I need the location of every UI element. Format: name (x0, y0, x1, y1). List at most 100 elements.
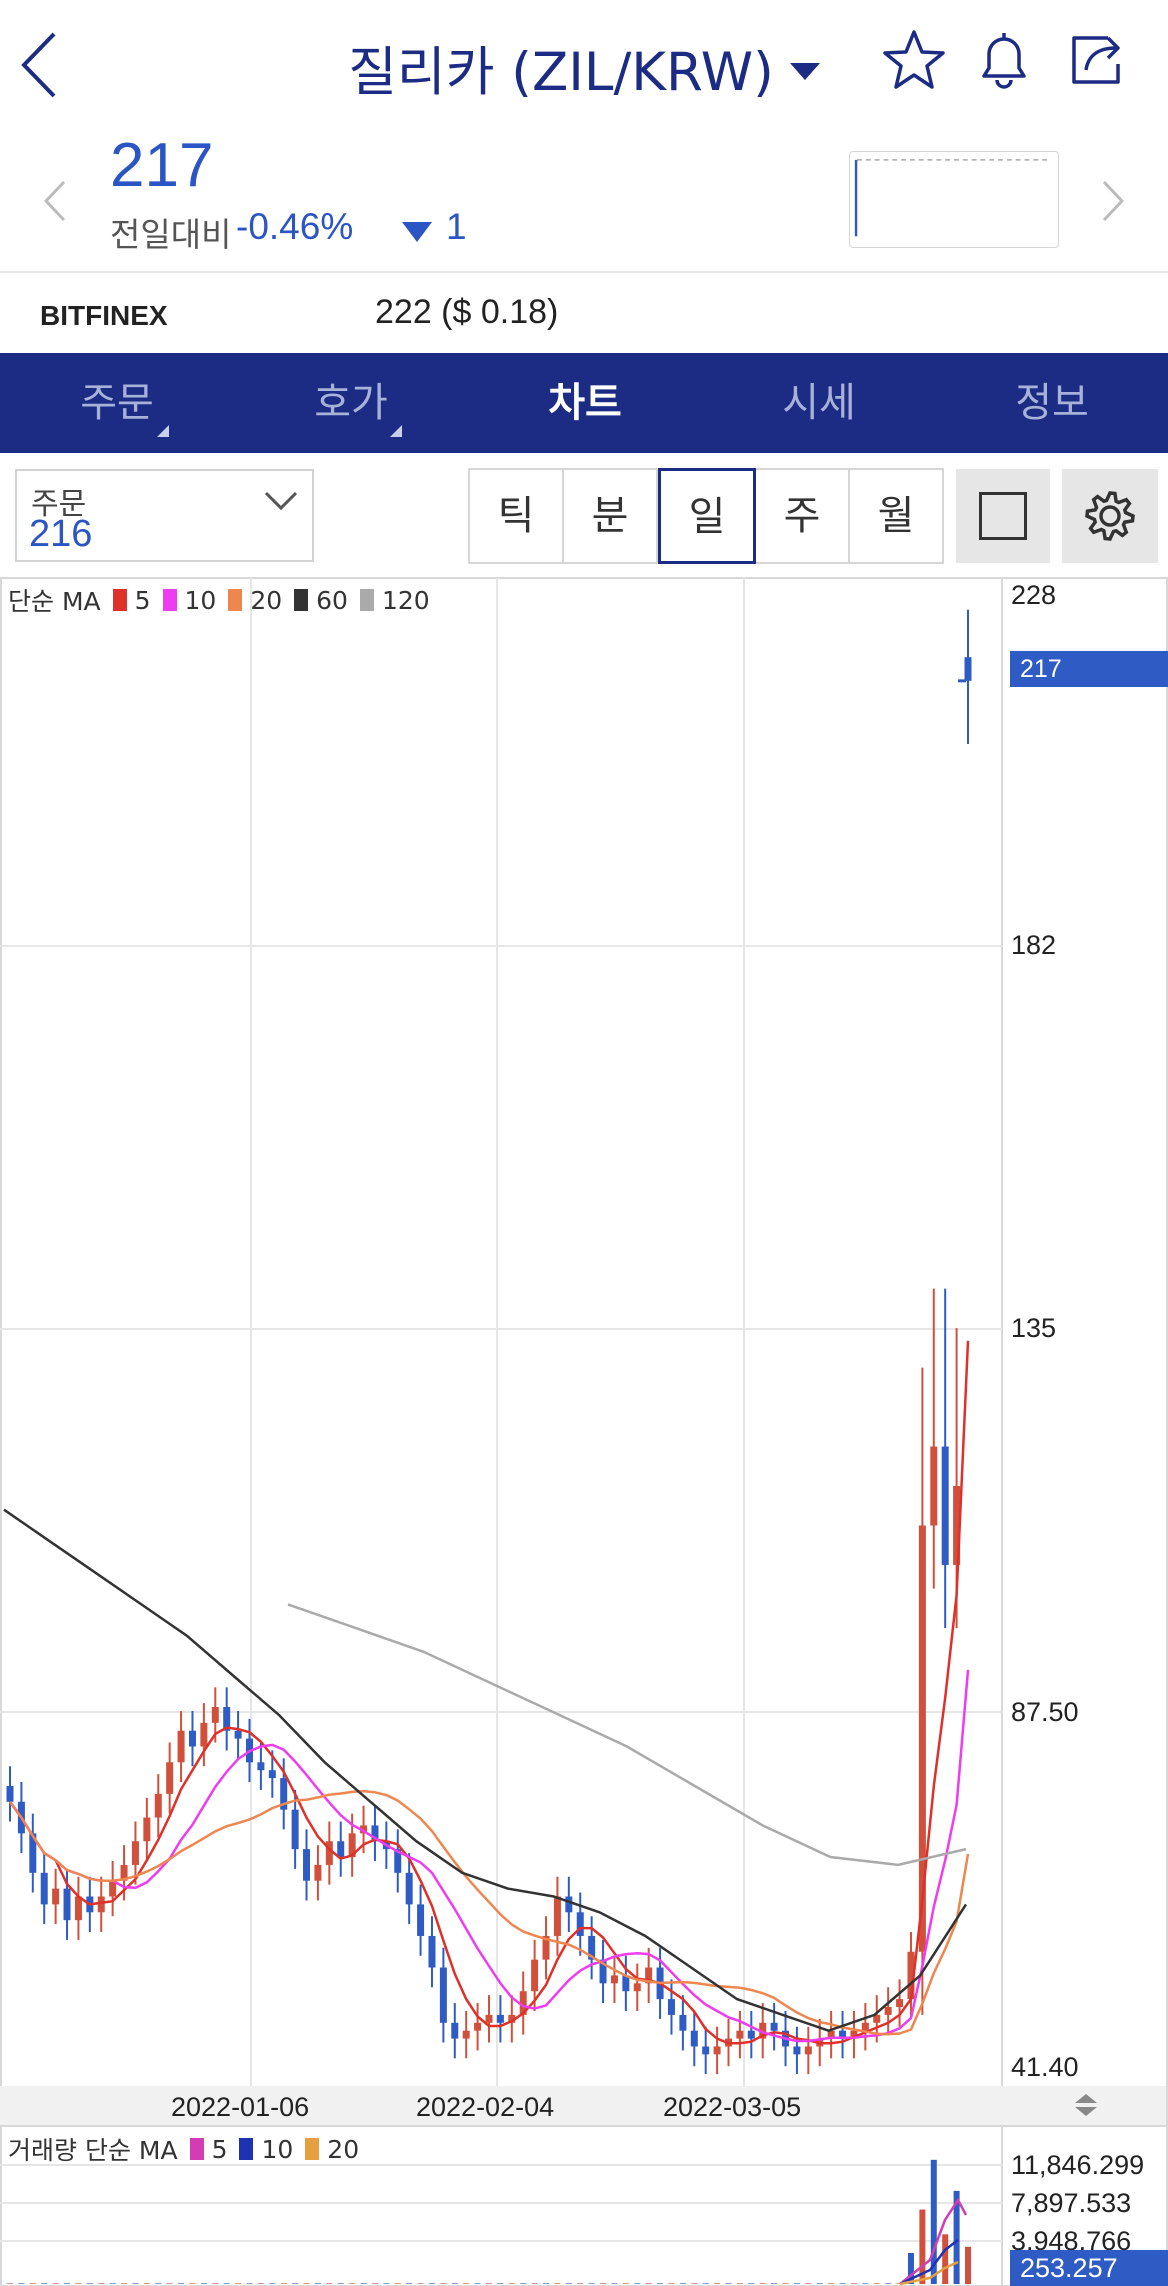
order-price-select[interactable]: 주문 216 (15, 469, 314, 562)
next-chevron-icon[interactable] (1098, 176, 1128, 226)
candle-body (702, 2046, 710, 2055)
fullscreen-button[interactable] (956, 469, 1050, 563)
candle-body (143, 1817, 151, 1842)
volume-bar (691, 2283, 698, 2284)
volume-bar (178, 2283, 185, 2284)
volume-bar (771, 2283, 778, 2284)
volume-bar (212, 2283, 219, 2284)
candle-body (941, 1446, 949, 1565)
tab-orderbook[interactable]: 호가 (234, 353, 468, 453)
candle-body (930, 1446, 938, 1526)
candle-body (40, 1872, 48, 1905)
volume-bar (759, 2283, 766, 2284)
settings-gear-icon[interactable] (1062, 469, 1158, 563)
y-tick-label: 182 (1011, 930, 1057, 960)
volume-bar (314, 2283, 321, 2284)
legend-item: 10 (184, 585, 217, 615)
chart-frame (0, 577, 1168, 2286)
candle-body (200, 1722, 208, 1747)
x-tick-label: 2022-02-04 (416, 2092, 555, 2122)
volume-bar (451, 2283, 458, 2284)
volume-bar (873, 2283, 880, 2284)
candle-body (188, 1730, 196, 1747)
candle-body (337, 1841, 345, 1858)
volume-bar (793, 2283, 800, 2284)
period-minute[interactable]: 분 (564, 470, 658, 562)
legend-item: 20 (327, 2134, 360, 2164)
volume-bar (200, 2283, 207, 2284)
volume-bar (554, 2283, 561, 2284)
volume-bar (269, 2283, 276, 2284)
period-tick[interactable]: 틱 (470, 470, 564, 562)
exchange-price: 222 ($ 0.18) (375, 293, 559, 331)
star-icon[interactable] (882, 28, 946, 92)
price-ma-legend: 단순 MA 5 10 20 60 120 (8, 582, 430, 618)
volume-bar (885, 2283, 892, 2284)
x-tick-label: 2022-03-05 (663, 2092, 802, 2122)
candle-body (63, 1888, 71, 1921)
volume-bar (565, 2283, 572, 2284)
volume-bar (965, 2246, 971, 2284)
y-tick-label: 41.40 (1011, 2052, 1079, 2082)
legend-item: 10 (261, 2134, 294, 2164)
candle-body (667, 1999, 675, 2015)
volume-bar (132, 2283, 139, 2284)
candle-body (451, 2022, 459, 2039)
candle-body (234, 1730, 242, 1739)
volume-bar (75, 2283, 82, 2284)
tab-label: 주문 (80, 380, 154, 426)
candle-body (690, 2030, 698, 2047)
legend-swatch (112, 589, 127, 611)
candle-body (531, 1959, 539, 1992)
legend-swatch (294, 589, 309, 611)
price-chart[interactable] (0, 577, 1168, 2286)
volume-bar (486, 2283, 492, 2284)
tab-info[interactable]: 정보 (936, 353, 1168, 453)
volume-bar (668, 2283, 675, 2284)
candle-body (439, 1967, 447, 2023)
volume-bar (29, 2283, 36, 2284)
share-icon[interactable] (1064, 28, 1128, 92)
candle-body (770, 2022, 778, 2031)
volume-bar (748, 2283, 755, 2284)
period-week[interactable]: 주 (756, 470, 850, 562)
legend-item: 5 (211, 2134, 228, 2164)
candle-body (474, 2022, 482, 2031)
previous-chevron-icon[interactable] (40, 176, 70, 226)
volume-bar (257, 2283, 264, 2284)
legend-item: 120 (381, 585, 430, 615)
volume-bar (600, 2283, 607, 2284)
volume-bar (657, 2283, 664, 2284)
volume-bar (52, 2283, 59, 2284)
volume-bar (714, 2283, 721, 2284)
candle-body (462, 2030, 470, 2039)
y-tick-label: 135 (1011, 1313, 1057, 1343)
volume-bar (155, 2283, 162, 2284)
volume-bar (850, 2283, 857, 2284)
tab-label: 시세 (782, 380, 856, 426)
candle-body (154, 1793, 162, 1818)
tab-chart[interactable]: 차트 (468, 353, 702, 453)
tab-quotes[interactable]: 시세 (702, 353, 936, 453)
period-day[interactable]: 일 (658, 468, 756, 564)
volume-bar (497, 2283, 504, 2284)
divider (0, 271, 1168, 273)
candle-body (177, 1730, 185, 1763)
volume-bar (371, 2283, 378, 2284)
mini-chart[interactable] (849, 151, 1059, 248)
volume-ma-legend: 거래량 단순 MA 5 10 20 (8, 2131, 359, 2167)
volume-bar (86, 2283, 93, 2284)
volume-bar (782, 2283, 789, 2284)
candle-body (428, 1935, 436, 1968)
tab-order[interactable]: 주문 (0, 353, 234, 453)
candle-body (496, 2014, 504, 2023)
candle-body (565, 1896, 573, 1913)
legend-swatch (228, 589, 243, 611)
volume-bar (862, 2283, 869, 2284)
volume-bar (543, 2283, 550, 2284)
period-month[interactable]: 월 (850, 470, 942, 562)
submenu-indicator-icon (390, 425, 402, 437)
bell-icon[interactable] (972, 28, 1036, 92)
chevron-down-icon (264, 491, 298, 511)
legend-item: 60 (316, 585, 348, 615)
